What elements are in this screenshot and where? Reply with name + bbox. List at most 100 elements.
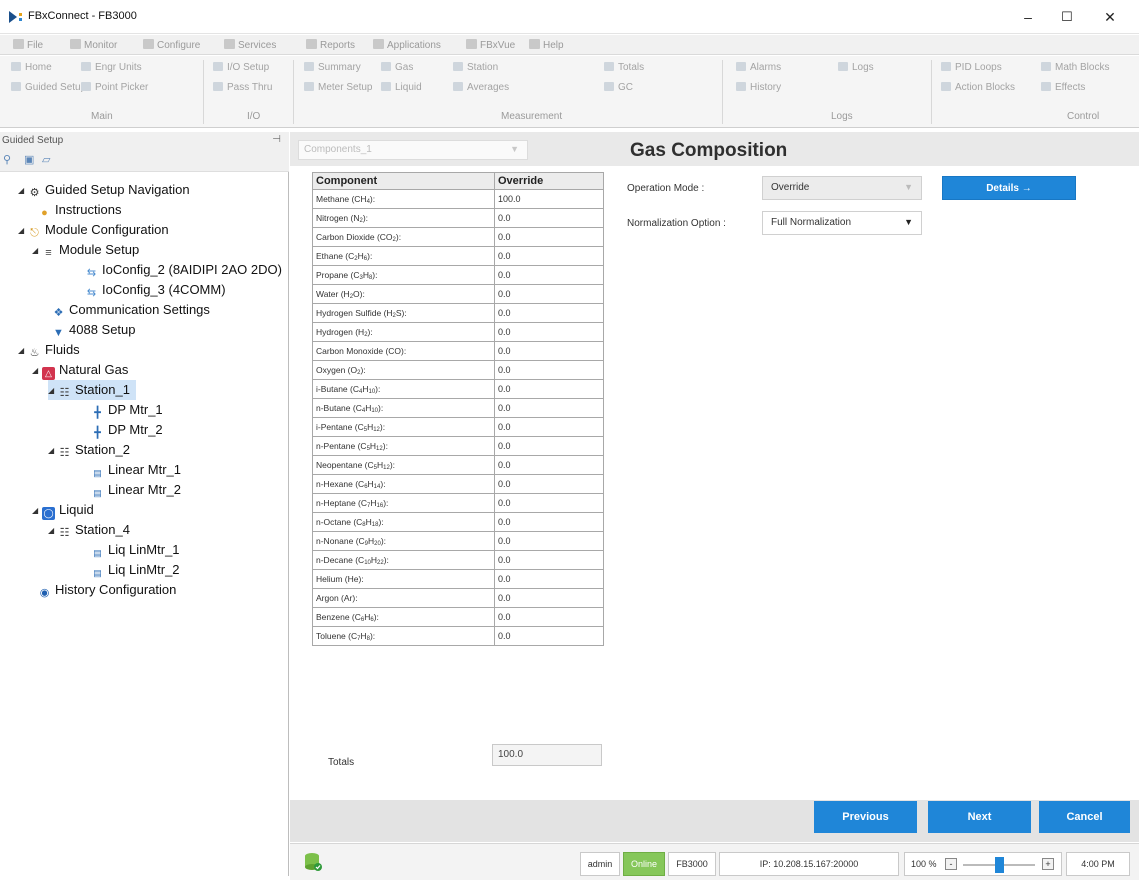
tree-node-natural-gas[interactable]: ◢ △ Natural Gas <box>32 360 128 380</box>
ribbon-history[interactable]: History <box>736 82 781 93</box>
ribbon-pid-loops[interactable]: PID Loops <box>941 62 1002 73</box>
zoom-out-button[interactable]: - <box>945 858 957 870</box>
menu-help[interactable]: Help <box>529 39 564 51</box>
menu-reports[interactable]: Reports <box>306 39 355 51</box>
ribbon-totals[interactable]: Totals <box>604 62 644 73</box>
ribbon-point-picker[interactable]: Point Picker <box>81 82 148 93</box>
tree-node-fluids[interactable]: ◢ ♨ Fluids <box>18 340 80 360</box>
ribbon-meter-setup[interactable]: Meter Setup <box>304 82 372 93</box>
override-value-input[interactable]: 0.0 <box>494 246 604 266</box>
override-value-input[interactable]: 100.0 <box>494 189 604 209</box>
override-value-input[interactable]: 0.0 <box>494 303 604 323</box>
menu-monitor[interactable]: Monitor <box>70 39 117 51</box>
menu-fbxvue[interactable]: FBxVue <box>466 39 515 51</box>
ribbon-alarms[interactable]: Alarms <box>736 62 781 73</box>
ribbon-guided-setup[interactable]: Guided Setup <box>11 82 86 93</box>
close-button[interactable]: ✕ <box>1091 4 1129 30</box>
override-value-input[interactable]: 0.0 <box>494 284 604 304</box>
cancel-button[interactable]: Cancel <box>1039 801 1130 833</box>
expand-arrow-icon[interactable]: ◢ <box>32 501 42 521</box>
maximize-button[interactable]: ☐ <box>1048 4 1086 30</box>
tree-node-station-4[interactable]: ◢ ☷ Station_4 <box>48 520 130 540</box>
menu-applications[interactable]: Applications <box>373 39 441 51</box>
component-select[interactable]: Components_1 ▼ <box>298 140 528 160</box>
tree-node-instructions[interactable]: ● Instructions <box>38 200 121 220</box>
ribbon-home[interactable]: Home <box>11 62 52 73</box>
ribbon-liquid[interactable]: Liquid <box>381 82 422 93</box>
tree-node-liq-linmtr-1[interactable]: ▤ Liq LinMtr_1 <box>91 540 179 560</box>
expand-arrow-icon[interactable]: ◢ <box>18 221 28 241</box>
tree-node-linear-mtr-2[interactable]: ▤ Linear Mtr_2 <box>91 480 181 500</box>
tree-node-station-1[interactable]: ◢ ☷ Station_1 <box>48 380 136 400</box>
previous-button[interactable]: Previous <box>814 801 917 833</box>
override-value-input[interactable]: 0.0 <box>494 626 604 646</box>
ribbon-gc[interactable]: GC <box>604 82 633 93</box>
expand-arrow-icon[interactable]: ◢ <box>18 181 28 201</box>
override-value-input[interactable]: 0.0 <box>494 227 604 247</box>
ribbon-engr-units[interactable]: Engr Units <box>81 62 142 73</box>
ribbon-action-blocks[interactable]: Action Blocks <box>941 82 1015 93</box>
override-value-input[interactable]: 0.0 <box>494 550 604 570</box>
expand-arrow-icon[interactable]: ◢ <box>48 441 58 461</box>
override-value-input[interactable]: 0.0 <box>494 436 604 456</box>
override-value-input[interactable]: 0.0 <box>494 512 604 532</box>
override-value-input[interactable]: 0.0 <box>494 588 604 608</box>
menu-configure[interactable]: Configure <box>143 39 200 51</box>
tree-node-communication-settings[interactable]: ❖ Communication Settings <box>52 300 210 320</box>
ribbon-effects[interactable]: Effects <box>1041 82 1085 93</box>
override-value-input[interactable]: 0.0 <box>494 398 604 418</box>
tree-node-module-setup[interactable]: ◢ ≡ Module Setup <box>32 240 139 260</box>
tree-node-guided-setup-navigation[interactable]: ◢ ⚙ Guided Setup Navigation <box>18 180 190 200</box>
override-value-input[interactable]: 0.0 <box>494 379 604 399</box>
next-button[interactable]: Next <box>928 801 1031 833</box>
collapse-all-icon[interactable]: ▣ <box>24 154 36 166</box>
pin-icon[interactable]: ⊣ <box>272 134 281 145</box>
override-value-input[interactable]: 0.0 <box>494 341 604 361</box>
expand-arrow-icon[interactable]: ◢ <box>48 381 58 401</box>
tree-node-ioconfig-3[interactable]: ⇆ IoConfig_3 (4COMM) <box>85 280 226 300</box>
override-value-input[interactable]: 0.0 <box>494 360 604 380</box>
tree-node-liquid[interactable]: ◢ ◯ Liquid <box>32 500 94 520</box>
details-button[interactable]: Details → <box>942 176 1076 200</box>
tree-node-ioconfig-2[interactable]: ⇆ IoConfig_2 (8AIDIPI 2AO 2DO) <box>85 260 282 280</box>
tree-node-liq-linmtr-2[interactable]: ▤ Liq LinMtr_2 <box>91 560 179 580</box>
ribbon-math-blocks[interactable]: Math Blocks <box>1041 62 1109 73</box>
ribbon-pass-thru[interactable]: Pass Thru <box>213 82 272 93</box>
ribbon-io-setup[interactable]: I/O Setup <box>213 62 269 73</box>
ribbon-averages[interactable]: Averages <box>453 82 509 93</box>
minimize-button[interactable]: – <box>1009 4 1047 30</box>
ribbon-summary[interactable]: Summary <box>304 62 361 73</box>
tree-node-linear-mtr-1[interactable]: ▤ Linear Mtr_1 <box>91 460 181 480</box>
normalization-option-select[interactable]: Full Normalization ▼ <box>762 211 922 235</box>
ribbon-logs[interactable]: Logs <box>838 62 874 73</box>
override-value-input[interactable]: 0.0 <box>494 531 604 551</box>
tree-node-module-configuration[interactable]: ◢ ⎋ Module Configuration <box>18 220 169 240</box>
override-value-input[interactable]: 0.0 <box>494 265 604 285</box>
override-value-input[interactable]: 0.0 <box>494 493 604 513</box>
expand-all-icon[interactable]: ▱ <box>42 154 54 166</box>
expand-arrow-icon[interactable]: ◢ <box>48 521 58 541</box>
search-icon[interactable]: ⚲ <box>3 154 15 166</box>
tree-node-station-2[interactable]: ◢ ☷ Station_2 <box>48 440 130 460</box>
expand-arrow-icon[interactable]: ◢ <box>18 341 28 361</box>
tree-node-dp-mtr-2[interactable]: ╋ DP Mtr_2 <box>91 420 162 440</box>
override-value-input[interactable]: 0.0 <box>494 455 604 475</box>
expand-arrow-icon[interactable]: ◢ <box>32 361 42 381</box>
override-value-input[interactable]: 0.0 <box>494 322 604 342</box>
operation-mode-select[interactable]: Override ▼ <box>762 176 922 200</box>
override-value-input[interactable]: 0.0 <box>494 569 604 589</box>
zoom-in-button[interactable]: + <box>1042 858 1054 870</box>
menu-file[interactable]: File <box>13 39 43 51</box>
override-value-input[interactable]: 0.0 <box>494 208 604 228</box>
override-value-input[interactable]: 0.0 <box>494 417 604 437</box>
expand-arrow-icon[interactable]: ◢ <box>32 241 42 261</box>
ribbon-station[interactable]: Station <box>453 62 498 73</box>
tree-node-dp-mtr-1[interactable]: ╋ DP Mtr_1 <box>91 400 162 420</box>
tree-node-4088-setup[interactable]: ▼ 4088 Setup <box>52 320 135 340</box>
zoom-slider-thumb[interactable] <box>995 857 1004 873</box>
override-value-input[interactable]: 0.0 <box>494 474 604 494</box>
ribbon-gas[interactable]: Gas <box>381 62 413 73</box>
tree-node-history-configuration[interactable]: ◉ History Configuration <box>38 580 177 600</box>
override-value-input[interactable]: 0.0 <box>494 607 604 627</box>
menu-services[interactable]: Services <box>224 39 276 51</box>
